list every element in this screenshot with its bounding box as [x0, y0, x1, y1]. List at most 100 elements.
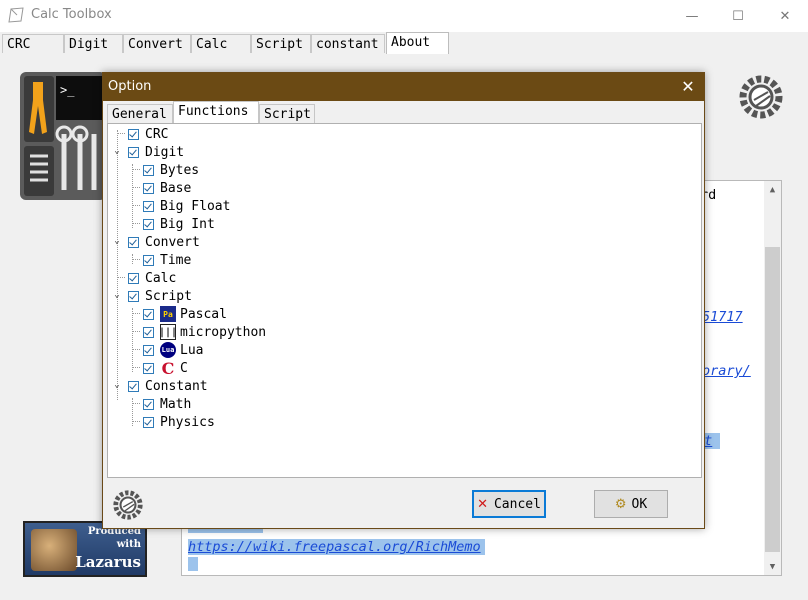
tab-crc[interactable]: CRC — [2, 34, 64, 53]
tree-item-calc[interactable]: Calc — [128, 269, 176, 287]
maximize-button[interactable]: ☐ — [715, 0, 761, 32]
checkbox-checked[interactable] — [128, 128, 139, 140]
checkbox-checked[interactable] — [143, 182, 154, 194]
tree-item-big-int[interactable]: Big Int — [143, 215, 215, 233]
selection-marker — [188, 557, 198, 571]
tree-label: Time — [160, 252, 192, 268]
checkbox-checked[interactable] — [128, 272, 139, 284]
window-title: Calc Toolbox — [31, 7, 112, 22]
functions-tree[interactable]: ⌄ ⌄ ⌄ ⌄ CRC Digit Bytes Base Big Float B… — [107, 123, 702, 478]
checkbox-checked[interactable] — [128, 290, 139, 302]
tree-item-script[interactable]: Script — [128, 287, 192, 305]
app-icon — [8, 7, 24, 23]
title-bar: Calc Toolbox — ☐ ✕ — [0, 0, 808, 32]
collapse-digit-icon[interactable]: ⌄ — [112, 146, 122, 156]
checkbox-checked[interactable] — [128, 236, 139, 248]
tree-item-convert[interactable]: Convert — [128, 233, 200, 251]
checkbox-checked[interactable] — [128, 380, 139, 392]
tree-label: Lua — [180, 342, 204, 358]
tree-item-c[interactable]: CC — [143, 359, 188, 378]
tree-label: Script — [145, 288, 192, 304]
tree-item-pascal[interactable]: Pa Pascal — [143, 305, 227, 323]
tree-label: Physics — [160, 414, 215, 430]
tree-label: CRC — [145, 126, 169, 142]
tab-convert[interactable]: Convert — [123, 34, 191, 53]
tree-item-math[interactable]: Math — [143, 395, 191, 413]
tab-dialog-script[interactable]: Script — [259, 104, 315, 124]
dialog-title: Option — [108, 79, 152, 94]
tree-item-time[interactable]: Time — [143, 251, 191, 269]
memo-scrollbar[interactable]: ▲ ▼ — [764, 181, 781, 575]
checkbox-checked[interactable] — [143, 344, 154, 356]
collapse-convert-icon[interactable]: ⌄ — [112, 236, 122, 246]
lazarus-line3: Lazarus — [75, 553, 141, 571]
checkbox-checked[interactable] — [143, 308, 154, 320]
tree-label: Calc — [145, 270, 177, 286]
tree-label: Big Float — [160, 198, 231, 214]
tree-label: micropython — [180, 324, 267, 340]
tree-label: Bytes — [160, 162, 200, 178]
app-logo: >_ — [20, 72, 106, 200]
tree-item-physics[interactable]: Physics — [143, 413, 215, 431]
tab-general[interactable]: General — [107, 104, 173, 124]
cancel-x-icon: ✕ — [477, 496, 488, 512]
checkbox-checked[interactable] — [143, 362, 154, 374]
memo-link-fragment[interactable]: 51717 — [702, 309, 743, 325]
checkbox-checked[interactable] — [128, 146, 139, 158]
checkbox-checked[interactable] — [143, 164, 154, 176]
richmemo-link[interactable]: https://wiki.freepascal.org/RichMemo — [188, 539, 485, 555]
tree-item-micropython[interactable]: ||| micropython — [143, 323, 266, 341]
tree-item-constant[interactable]: Constant — [128, 377, 208, 395]
checkbox-checked[interactable] — [143, 416, 154, 428]
ok-button[interactable]: ⚙ OK — [594, 490, 668, 518]
micropython-icon: ||| — [159, 324, 177, 340]
tree-label: C — [180, 360, 188, 376]
checkbox-checked[interactable] — [143, 326, 154, 338]
cancel-button[interactable]: ✕ Cancel — [472, 490, 546, 518]
cancel-label: Cancel — [493, 496, 541, 512]
tree-item-lua[interactable]: Lua Lua — [143, 341, 203, 359]
gear-logo-icon — [739, 75, 783, 119]
tree-label: Pascal — [180, 306, 227, 322]
pascal-icon: Pa — [160, 306, 176, 322]
tree-item-base[interactable]: Base — [143, 179, 191, 197]
lazarus-logo: Produced with Lazarus — [23, 521, 147, 577]
scroll-up-icon[interactable]: ▲ — [764, 181, 781, 198]
tab-functions[interactable]: Functions — [173, 101, 259, 125]
checkbox-checked[interactable] — [143, 398, 154, 410]
scroll-thumb[interactable] — [765, 247, 780, 552]
gear-icon — [113, 490, 143, 520]
ok-label: OK — [631, 496, 648, 512]
tree-label: Base — [160, 180, 192, 196]
dialog-title-bar: Option ✕ — [103, 73, 704, 101]
tree-item-big-float[interactable]: Big Float — [143, 197, 230, 215]
tree-label: Convert — [145, 234, 200, 250]
dialog-footer: ✕ Cancel ⚙ OK — [103, 478, 704, 528]
checkbox-checked[interactable] — [143, 254, 154, 266]
tab-about[interactable]: About — [386, 32, 449, 55]
tree-label: Big Int — [160, 216, 215, 232]
tree-item-bytes[interactable]: Bytes — [143, 161, 199, 179]
svg-text:>_: >_ — [60, 83, 75, 97]
scroll-down-icon[interactable]: ▼ — [764, 558, 781, 575]
tree-label: Digit — [145, 144, 185, 160]
dialog-close-button[interactable]: ✕ — [678, 76, 698, 96]
close-button[interactable]: ✕ — [762, 0, 808, 32]
lazarus-line2: with — [116, 539, 141, 550]
option-dialog: Option ✕ General Functions Script ⌄ ⌄ ⌄ … — [102, 72, 705, 529]
memo-link-fragment[interactable]: orary/ — [702, 363, 751, 379]
collapse-script-icon[interactable]: ⌄ — [112, 290, 122, 300]
lazarus-image — [31, 529, 77, 571]
tree-label: Math — [160, 396, 192, 412]
tab-constant[interactable]: constant — [311, 34, 385, 53]
minimize-button[interactable]: — — [669, 0, 715, 32]
tree-item-crc[interactable]: CRC — [128, 125, 168, 143]
tab-script[interactable]: Script — [251, 34, 311, 53]
tree-item-digit[interactable]: Digit — [128, 143, 184, 161]
checkbox-checked[interactable] — [143, 200, 154, 212]
tab-calc[interactable]: Calc — [191, 34, 251, 53]
tab-digit[interactable]: Digit — [64, 34, 123, 53]
lua-icon: Lua — [160, 342, 176, 358]
checkbox-checked[interactable] — [143, 218, 154, 230]
collapse-constant-icon[interactable]: ⌄ — [112, 380, 122, 390]
